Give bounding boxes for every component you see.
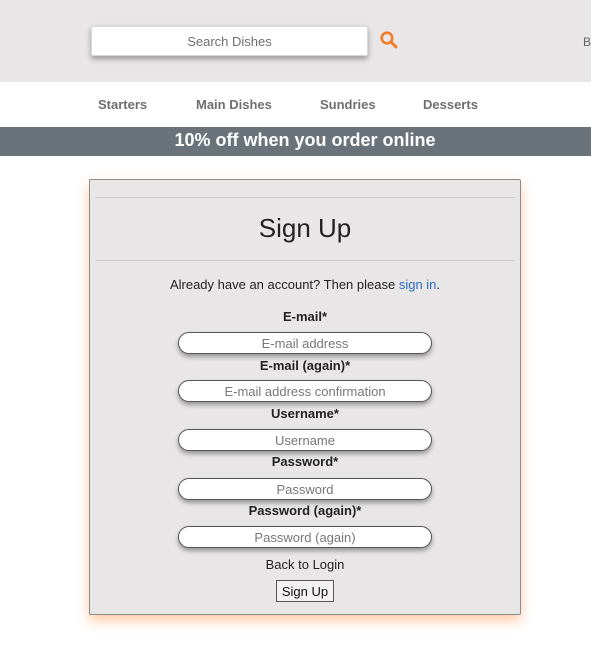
email-confirm-field[interactable] — [178, 380, 432, 402]
title-divider — [95, 260, 515, 261]
header-cut-text: B — [583, 35, 591, 49]
nav-item-starters[interactable]: Starters — [98, 97, 147, 112]
email-field[interactable] — [178, 332, 432, 354]
search-icon[interactable] — [379, 30, 399, 50]
account-prompt: Already have an account? Then please sig… — [90, 277, 520, 292]
page-title: Sign Up — [258, 213, 352, 243]
email-label: E-mail* — [282, 309, 328, 324]
sign-in-link[interactable]: sign in — [399, 277, 437, 292]
password-confirm-field[interactable] — [178, 526, 432, 548]
top-divider — [95, 197, 515, 198]
sign-up-button[interactable]: Sign Up — [276, 580, 334, 602]
password-confirm-label: Password (again)* — [248, 503, 362, 518]
back-to-login-link[interactable]: Back to Login — [90, 557, 520, 572]
promo-banner: 10% off when you order online — [0, 127, 591, 156]
promo-text: 10% off when you order online — [174, 130, 436, 150]
account-prompt-text: Already have an account? Then please — [169, 277, 399, 292]
email-confirm-label: E-mail (again)* — [259, 358, 351, 373]
nav-item-main-dishes[interactable]: Main Dishes — [196, 97, 272, 112]
nav-item-desserts[interactable]: Desserts — [423, 97, 478, 112]
account-prompt-suffix: . — [436, 277, 441, 292]
search-input[interactable] — [91, 26, 368, 56]
username-label: Username* — [271, 406, 339, 421]
signup-card: Sign Up Already have an account? Then pl… — [89, 179, 521, 615]
top-header: B — [0, 0, 591, 82]
password-field[interactable] — [178, 478, 432, 500]
nav-item-sundries[interactable]: Sundries — [320, 97, 376, 112]
username-field[interactable] — [178, 429, 432, 451]
password-label: Password* — [271, 454, 339, 469]
category-nav: Starters Main Dishes Sundries Desserts — [0, 82, 591, 127]
